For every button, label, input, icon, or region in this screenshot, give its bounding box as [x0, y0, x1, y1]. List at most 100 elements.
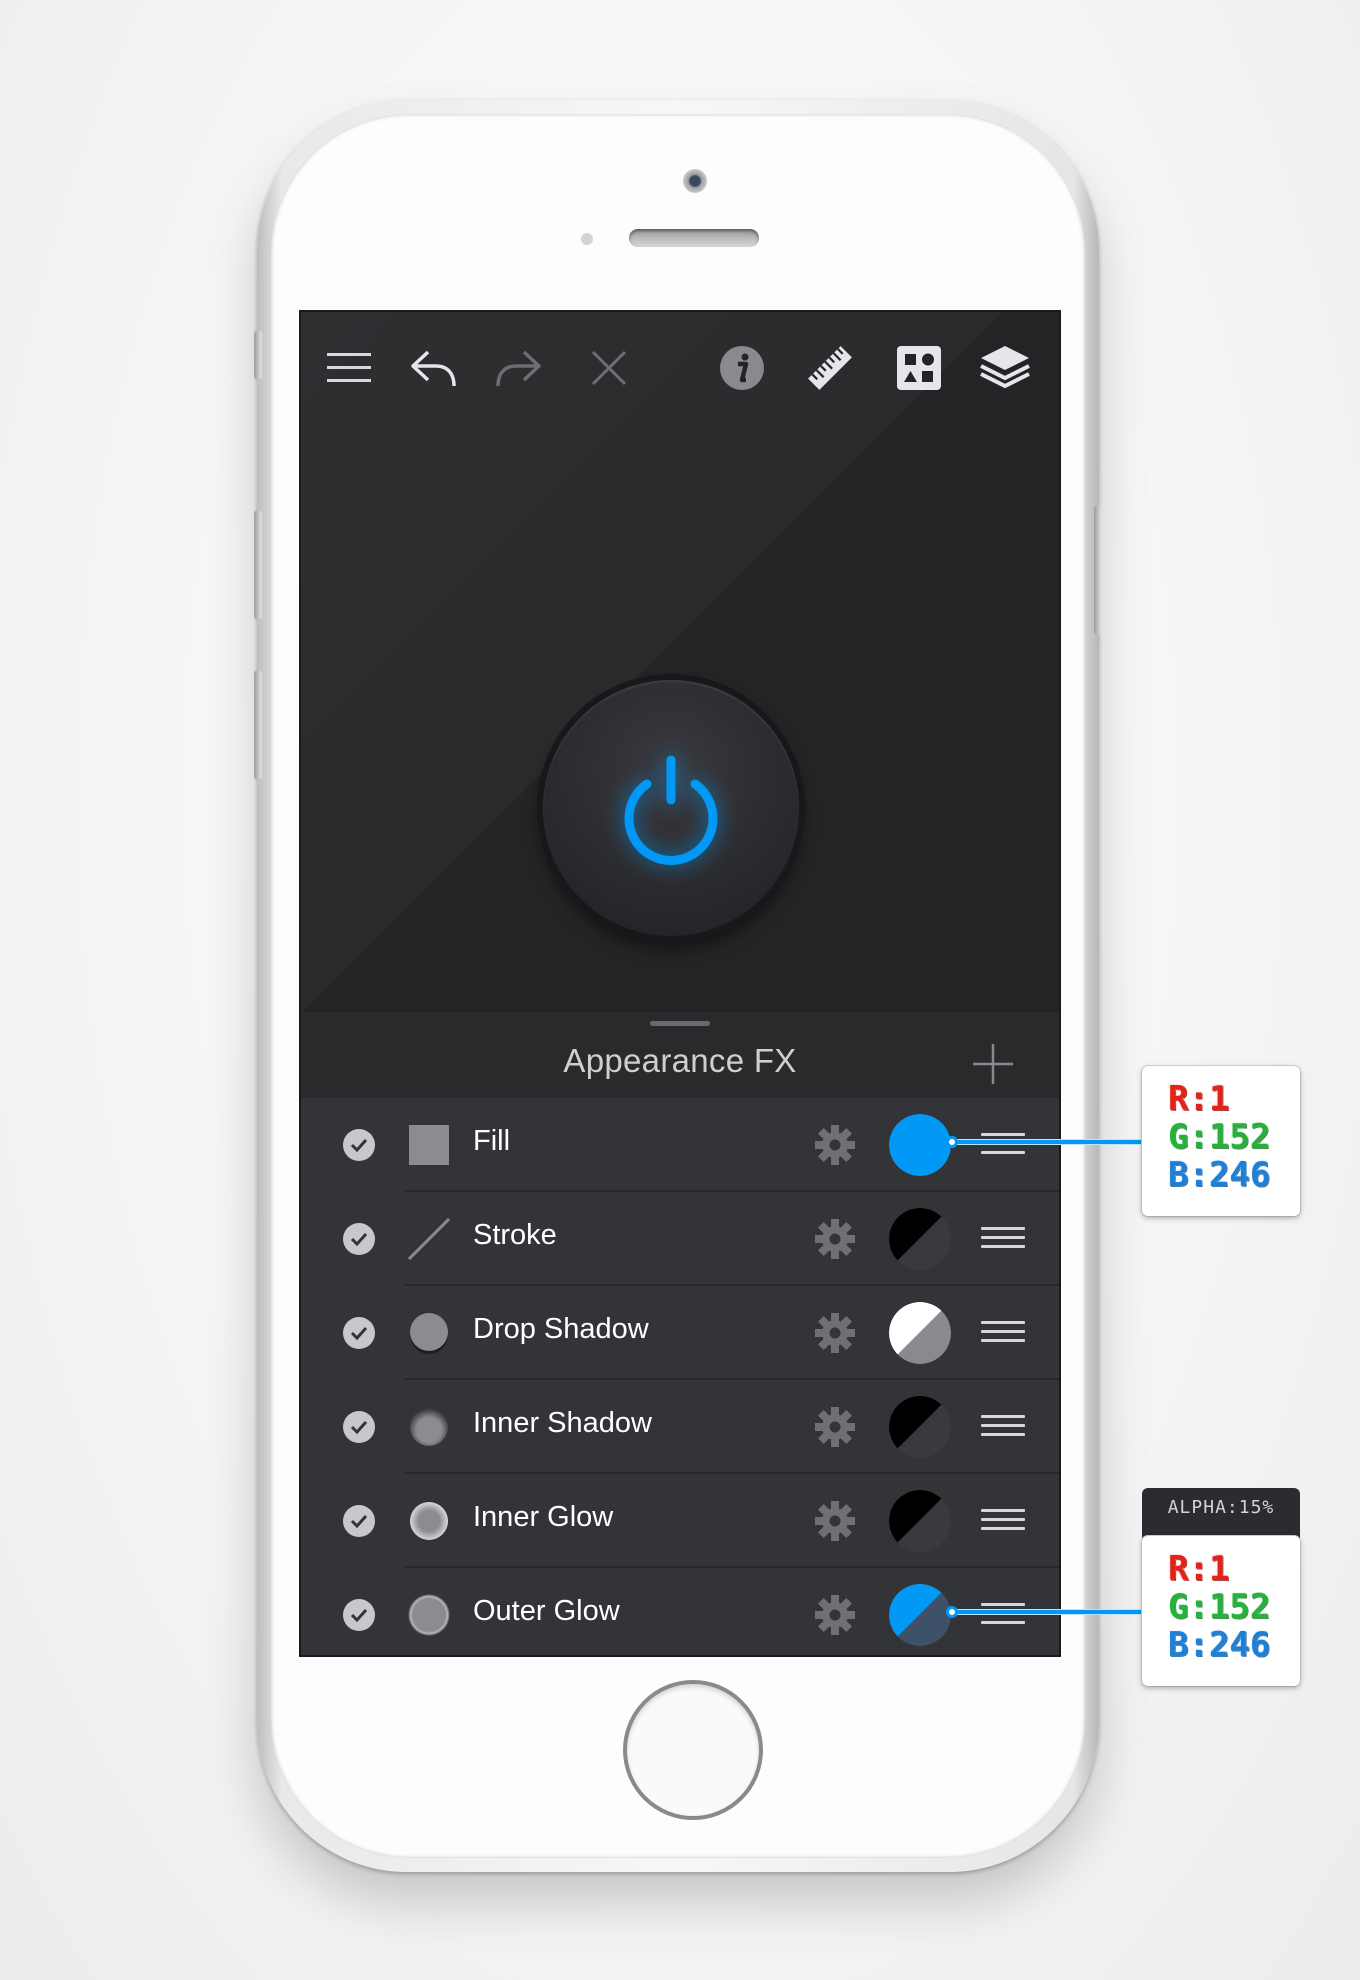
info-button[interactable]: [714, 340, 770, 396]
fx-panel-header: Appearance FX: [301, 1012, 1059, 1098]
check-icon: [350, 1514, 368, 1528]
check-icon: [350, 1232, 368, 1246]
color-callout-outer-glow: R:1 G:152 B:246: [1142, 1536, 1300, 1686]
fx-row-stroke[interactable]: Stroke: [301, 1192, 1059, 1286]
home-button[interactable]: [623, 1680, 763, 1820]
fx-label: Stroke: [473, 1219, 557, 1251]
drag-handle[interactable]: [981, 1603, 1025, 1627]
enabled-checkbox[interactable]: [343, 1317, 375, 1349]
panel-grabber[interactable]: [650, 1021, 710, 1026]
enabled-checkbox[interactable]: [343, 1505, 375, 1537]
shapes-button[interactable]: [891, 340, 947, 396]
enabled-checkbox[interactable]: [343, 1599, 375, 1631]
drag-handle[interactable]: [981, 1133, 1025, 1157]
color-swatch[interactable]: [889, 1584, 951, 1646]
red-value: R:1: [1168, 1549, 1230, 1589]
earpiece-speaker: [629, 229, 759, 247]
add-effect-button[interactable]: [971, 1042, 1015, 1086]
settings-gear-button[interactable]: [813, 1405, 857, 1449]
fx-row-inner-shadow[interactable]: Inner Shadow: [301, 1380, 1059, 1474]
ruler-icon: [808, 346, 852, 390]
redo-button[interactable]: [491, 340, 547, 396]
layers-button[interactable]: [977, 340, 1033, 396]
ruler-button[interactable]: [802, 340, 858, 396]
undo-button[interactable]: [405, 340, 461, 396]
blue-value: B:246: [1168, 1625, 1271, 1665]
shapes-icon: [897, 346, 941, 390]
settings-gear-button[interactable]: [813, 1217, 857, 1261]
front-camera: [683, 169, 707, 193]
inner-shadow-preview-icon: [408, 1406, 450, 1448]
drag-handle[interactable]: [981, 1415, 1025, 1439]
fx-label: Drop Shadow: [473, 1313, 649, 1345]
alpha-badge: ALPHA:15%: [1142, 1488, 1300, 1540]
gear-icon: [815, 1407, 855, 1447]
power-icon: [624, 755, 718, 865]
fx-row-fill[interactable]: Fill: [301, 1098, 1059, 1192]
gear-icon: [815, 1501, 855, 1541]
drag-handle[interactable]: [981, 1509, 1025, 1533]
green-value: G:152: [1168, 1587, 1271, 1627]
proximity-sensor: [581, 233, 593, 245]
gear-icon: [815, 1313, 855, 1353]
gear-icon: [815, 1125, 855, 1165]
mute-switch: [254, 330, 262, 380]
fx-label: Outer Glow: [473, 1595, 620, 1627]
callout-anchor-fill: [946, 1136, 958, 1148]
fill-preview-icon: [408, 1124, 450, 1166]
callout-anchor-outer-glow: [946, 1606, 958, 1618]
color-swatch[interactable]: [889, 1490, 951, 1552]
layers-icon: [980, 346, 1030, 389]
panel-title: Appearance FX: [563, 1042, 797, 1079]
fx-label: Inner Glow: [473, 1501, 614, 1533]
settings-gear-button[interactable]: [813, 1311, 857, 1355]
app-screen: Appearance FX Fill Stroke Drop Shadow In…: [301, 312, 1059, 1655]
red-value: R:1: [1168, 1079, 1230, 1119]
gear-icon: [815, 1595, 855, 1635]
enabled-checkbox[interactable]: [343, 1223, 375, 1255]
volume-up-button: [254, 510, 262, 620]
stroke-preview-icon: [407, 1217, 451, 1261]
color-swatch[interactable]: [889, 1114, 951, 1176]
redo-icon: [496, 350, 541, 387]
close-button[interactable]: [581, 340, 637, 396]
check-icon: [350, 1420, 368, 1434]
enabled-checkbox[interactable]: [343, 1129, 375, 1161]
enabled-checkbox[interactable]: [343, 1411, 375, 1443]
fx-label: Inner Shadow: [473, 1407, 652, 1439]
info-icon: [720, 346, 764, 390]
settings-gear-button[interactable]: [813, 1123, 857, 1167]
undo-icon: [411, 350, 456, 387]
inner-glow-preview-icon: [408, 1500, 450, 1542]
menu-button[interactable]: [321, 340, 377, 396]
settings-gear-button[interactable]: [813, 1499, 857, 1543]
check-icon: [350, 1608, 368, 1622]
drag-handle[interactable]: [981, 1227, 1025, 1251]
outer-glow-preview-icon: [408, 1594, 450, 1636]
check-icon: [350, 1138, 368, 1152]
drop-shadow-preview-icon: [408, 1312, 450, 1354]
blue-value: B:246: [1168, 1155, 1271, 1195]
green-value: G:152: [1168, 1117, 1271, 1157]
fx-label: Fill: [473, 1125, 511, 1157]
settings-gear-button[interactable]: [813, 1593, 857, 1637]
fx-list: Fill Stroke Drop Shadow Inner Shadow Inn…: [301, 1098, 1059, 1655]
fx-row-drop-shadow[interactable]: Drop Shadow: [301, 1286, 1059, 1380]
power-side-button: [1094, 505, 1102, 635]
color-swatch[interactable]: [889, 1396, 951, 1458]
color-callout-fill: R:1 G:152 B:246: [1142, 1066, 1300, 1216]
check-icon: [350, 1326, 368, 1340]
plus-icon: [973, 1044, 1013, 1084]
fx-row-inner-glow[interactable]: Inner Glow: [301, 1474, 1059, 1568]
drag-handle[interactable]: [981, 1321, 1025, 1345]
gear-icon: [815, 1219, 855, 1259]
volume-down-button: [254, 670, 262, 780]
callout-connector-fill: [952, 1139, 1144, 1145]
close-icon: [591, 350, 627, 386]
menu-icon: [327, 353, 371, 382]
color-swatch[interactable]: [889, 1302, 951, 1364]
power-button[interactable]: [543, 680, 799, 936]
color-swatch[interactable]: [889, 1208, 951, 1270]
callout-connector-outer-glow: [952, 1609, 1144, 1615]
toolbar: [301, 312, 1059, 422]
